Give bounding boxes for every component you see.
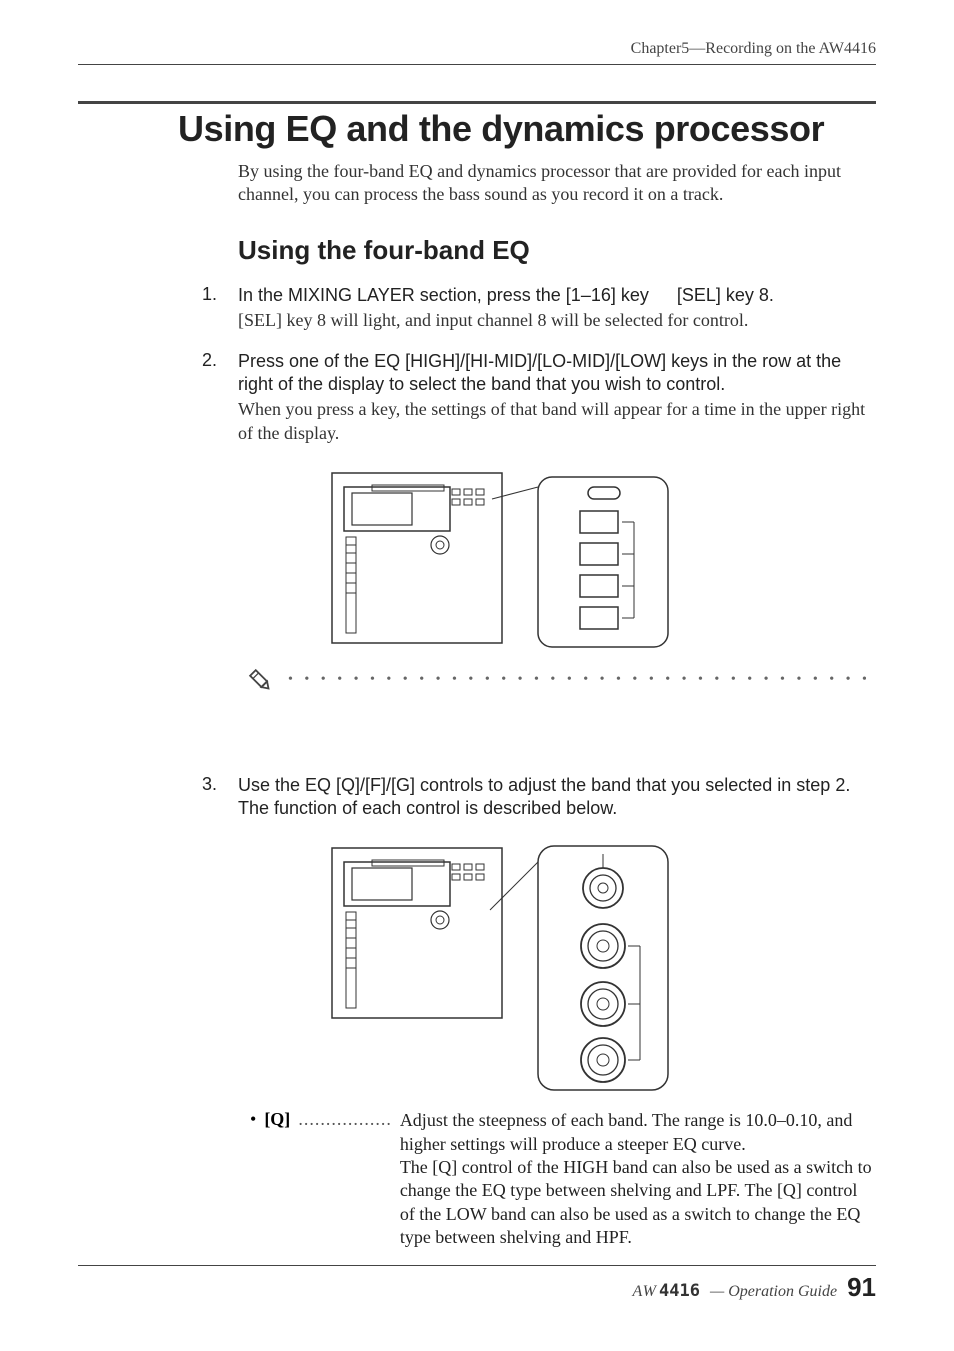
header-divider	[78, 64, 876, 65]
tip-divider: • • • • • • • • • • • • • • • • • • • • …	[246, 666, 866, 694]
footer-logo-aw: AW	[633, 1283, 658, 1301]
diagram-eq-keys	[138, 463, 876, 658]
definition-text: Adjust the steepness of each band. The r…	[400, 1109, 876, 1249]
eq-controls-illustration	[322, 838, 692, 1096]
page-number: 91	[847, 1272, 876, 1303]
section-divider	[78, 101, 876, 104]
definition-label: [Q]	[264, 1109, 290, 1249]
step-instruction: Use the EQ [Q]/[F]/[G] controls to adjus…	[238, 774, 876, 820]
section-title: Using EQ and the dynamics processor	[178, 108, 876, 150]
footer-guide-label: — Operation Guide	[710, 1283, 837, 1301]
diagram-eq-controls	[138, 838, 876, 1101]
bullet-icon: •	[250, 1109, 256, 1249]
step-instruction: Press one of the EQ [HIGH]/[HI-MID]/[LO-…	[238, 350, 876, 396]
step-number: 1.	[202, 284, 224, 332]
page-footer: AW 4416 — Operation Guide 91	[78, 1265, 876, 1303]
dotted-line: • • • • • • • • • • • • • • • • • • • • …	[288, 672, 866, 688]
definition-leader: .................	[298, 1109, 392, 1249]
step-1: 1. In the MIXING LAYER section, press th…	[202, 284, 876, 332]
step-number: 3.	[202, 774, 224, 820]
step-detail: [SEL] key 8 will light, and input channe…	[238, 309, 876, 332]
step-number: 2.	[202, 350, 224, 445]
step-instruction: In the MIXING LAYER section, press the […	[238, 284, 876, 307]
pencil-icon	[246, 666, 274, 694]
intro-paragraph: By using the four-band EQ and dynamics p…	[238, 160, 876, 207]
step-3: 3. Use the EQ [Q]/[F]/[G] controls to ad…	[202, 774, 876, 820]
footer-logo-num: 4416	[659, 1281, 700, 1301]
definition-q: • [Q] ................. Adjust the steep…	[250, 1109, 876, 1249]
step-2: 2. Press one of the EQ [HIGH]/[HI-MID]/[…	[202, 350, 876, 445]
subsection-title: Using the four-band EQ	[238, 235, 876, 266]
footer-logo: AW 4416	[633, 1281, 700, 1301]
chapter-header: Chapter5—Recording on the AW4416	[78, 40, 876, 58]
eq-keys-illustration	[322, 463, 692, 653]
step-detail: When you press a key, the settings of th…	[238, 398, 876, 445]
